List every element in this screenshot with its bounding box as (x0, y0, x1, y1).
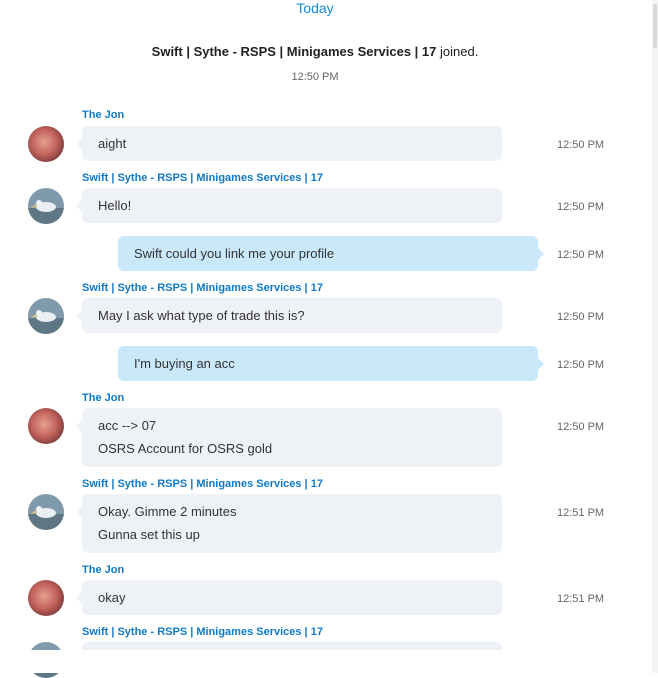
message-sender[interactable]: Swift | Sythe - RSPS | Minigames Service… (82, 172, 323, 184)
message-text: Hello! (98, 198, 132, 213)
message-text: acc --> 07 (98, 418, 157, 433)
message-text: I'm buying an acc (134, 356, 235, 371)
avatar-pelican-icon[interactable] (28, 494, 64, 530)
message-text: Gunna set this up (98, 527, 200, 542)
message-bubble[interactable]: Hello! (76, 188, 502, 223)
message-bubble[interactable]: May I ask what type of trade this is? (76, 298, 502, 333)
message-bubble[interactable]: Okay. Gimme 2 minutes Gunna set this up (76, 494, 502, 553)
scrollbar-track[interactable] (652, 0, 658, 673)
avatar-red-icon[interactable] (28, 408, 64, 444)
message-sender[interactable]: The Jon (82, 564, 124, 576)
message-text: Swift could you link me your profile (134, 246, 335, 261)
message-sender[interactable]: The Jon (82, 392, 124, 404)
message-bubble-outgoing[interactable]: I'm buying an acc (118, 346, 544, 381)
message-time: 12:51 PM (557, 507, 605, 519)
join-event: Swift | Sythe - RSPS | Minigames Service… (0, 44, 630, 59)
avatar-red-icon[interactable] (28, 126, 64, 162)
message-text: OSRS Account for OSRS gold (98, 441, 273, 456)
join-event-name: Swift | Sythe - RSPS | Minigames Service… (151, 44, 437, 59)
message-text: aight (98, 136, 127, 151)
message-bubble[interactable]: okay (76, 580, 502, 615)
message-time: 12:50 PM (557, 421, 605, 433)
scrollbar-thumb[interactable] (653, 4, 657, 48)
day-separator: Today (296, 0, 334, 16)
message-time: 12:50 PM (557, 139, 605, 151)
message-sender[interactable]: Swift | Sythe - RSPS | Minigames Service… (82, 282, 323, 294)
message-bubble-outgoing[interactable]: Swift could you link me your profile (118, 236, 544, 271)
message-sender[interactable]: Swift | Sythe - RSPS | Minigames Service… (82, 626, 323, 638)
message-time: 12:50 PM (557, 311, 605, 323)
message-time: 12:50 PM (557, 201, 605, 213)
message-time: 12:51 PM (557, 593, 605, 605)
join-event-time: 12:50 PM (291, 71, 339, 83)
message-time: 12:50 PM (557, 359, 605, 371)
message-bubble[interactable]: aight (76, 126, 502, 161)
join-event-action: joined. (440, 44, 479, 59)
avatar-red-icon[interactable] (28, 580, 64, 616)
message-time: 12:50 PM (557, 249, 605, 261)
avatar-pelican-icon[interactable] (28, 188, 64, 224)
message-sender[interactable]: Swift | Sythe - RSPS | Minigames Service… (82, 478, 323, 490)
message-text: May I ask what type of trade this is? (98, 308, 305, 323)
message-text: Okay. Gimme 2 minutes (98, 504, 237, 519)
message-text: okay (98, 590, 126, 605)
message-sender[interactable]: The Jon (82, 109, 124, 121)
avatar-pelican-icon[interactable] (28, 298, 64, 334)
message-bubble[interactable]: acc --> 07 OSRS Account for OSRS gold (76, 408, 502, 467)
message-list-clip (0, 650, 652, 673)
